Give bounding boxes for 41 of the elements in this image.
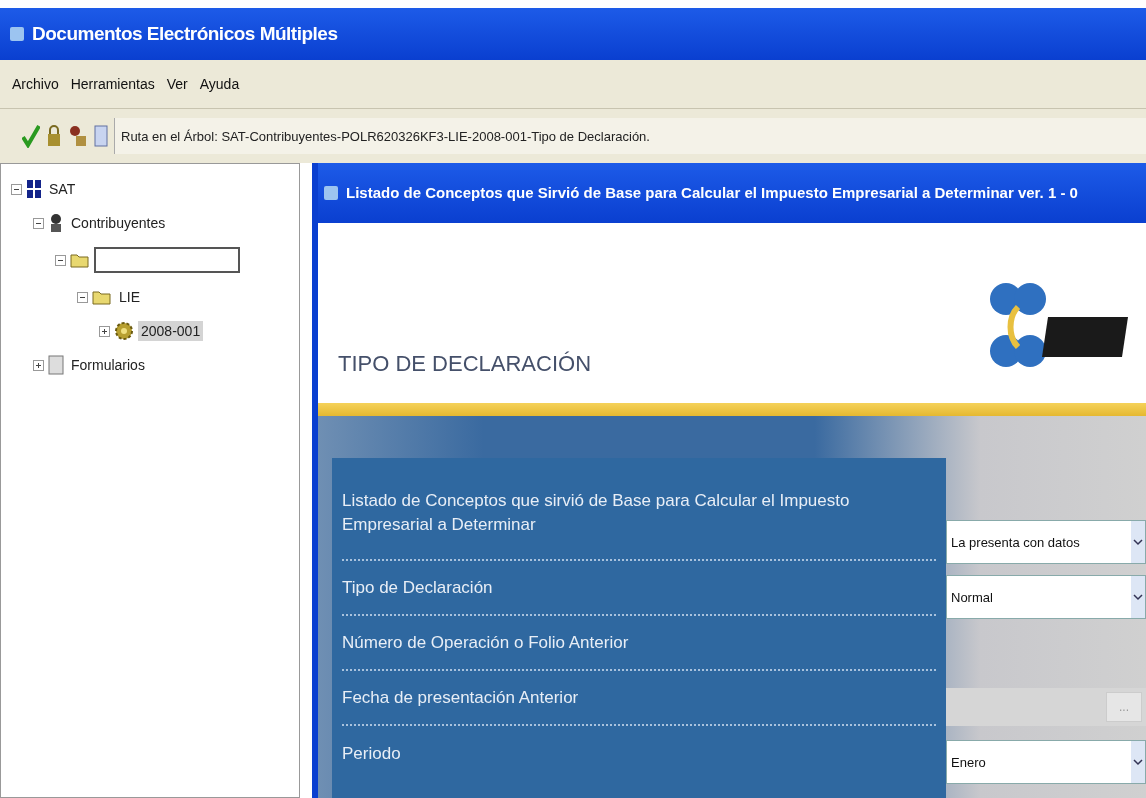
window-icon xyxy=(8,25,26,43)
collapse-toggle-icon[interactable] xyxy=(33,217,44,229)
expand-toggle-icon[interactable] xyxy=(33,359,44,371)
menu-item[interactable]: Archivo xyxy=(12,76,59,92)
chevron-down-icon xyxy=(1133,538,1143,546)
window-title: Documentos Electrónicos Múltiples xyxy=(32,23,338,45)
person-icon xyxy=(48,213,64,233)
field-label: Listado de Conceptos que sirvió de Base para Calcular el Impuesto Empresarial a Determinar xyxy=(342,466,936,561)
panel-title: Listado de Conceptos que Sirvió de Base para Calcular el Impuesto Empresarial a Determinar ver. 1 - 0 xyxy=(346,184,1078,202)
squares-icon xyxy=(26,179,42,199)
collapse-toggle-icon[interactable] xyxy=(11,183,22,195)
collapse-toggle-icon[interactable] xyxy=(55,254,66,266)
menu-item[interactable]: Herramientas xyxy=(70,76,155,92)
checkmark-icon[interactable] xyxy=(22,124,40,148)
folder-icon xyxy=(70,251,90,269)
tree-item[interactable]: LIE xyxy=(116,287,143,307)
chevron-down-icon xyxy=(1133,593,1143,601)
document-icon xyxy=(48,355,64,375)
chevron-down-icon xyxy=(1133,758,1143,766)
menu-item[interactable]: Ver xyxy=(166,76,188,92)
dropdown[interactable]: La presenta con datos xyxy=(946,520,1146,564)
dropdown[interactable]: Normal xyxy=(946,575,1146,619)
tree-item[interactable]: SAT xyxy=(46,179,79,199)
window-icon xyxy=(322,183,340,202)
collapse-toggle-icon[interactable] xyxy=(77,291,88,303)
rename-field[interactable] xyxy=(94,247,240,273)
dropdown[interactable]: Enero xyxy=(946,740,1146,784)
section-heading: TIPO DE DECLARACIÓN xyxy=(338,351,592,377)
tree-item[interactable]: Contribuyentes xyxy=(68,213,169,233)
expand-toggle-icon[interactable] xyxy=(99,325,110,337)
field-label: Número de Operación o Folio Anterior xyxy=(342,616,936,671)
tree-item[interactable]: Formularios xyxy=(68,355,148,375)
lock-icon[interactable] xyxy=(46,124,62,148)
field-label: Fecha de presentación Anterior xyxy=(342,671,936,726)
field-label: Periodo xyxy=(342,742,402,765)
field-label: Tipo de Declaración xyxy=(342,561,936,616)
menu-item[interactable]: Ayuda xyxy=(199,76,240,92)
gear-icon xyxy=(114,321,134,341)
folder-icon xyxy=(92,288,112,306)
tree-item[interactable]: 2008-001 xyxy=(138,321,204,341)
tree-path-text: Ruta en el Árbol: SAT-Contribuyentes-POLR620326KF3-LIE-2008-001-Tipo de Declaración. xyxy=(114,118,1146,154)
